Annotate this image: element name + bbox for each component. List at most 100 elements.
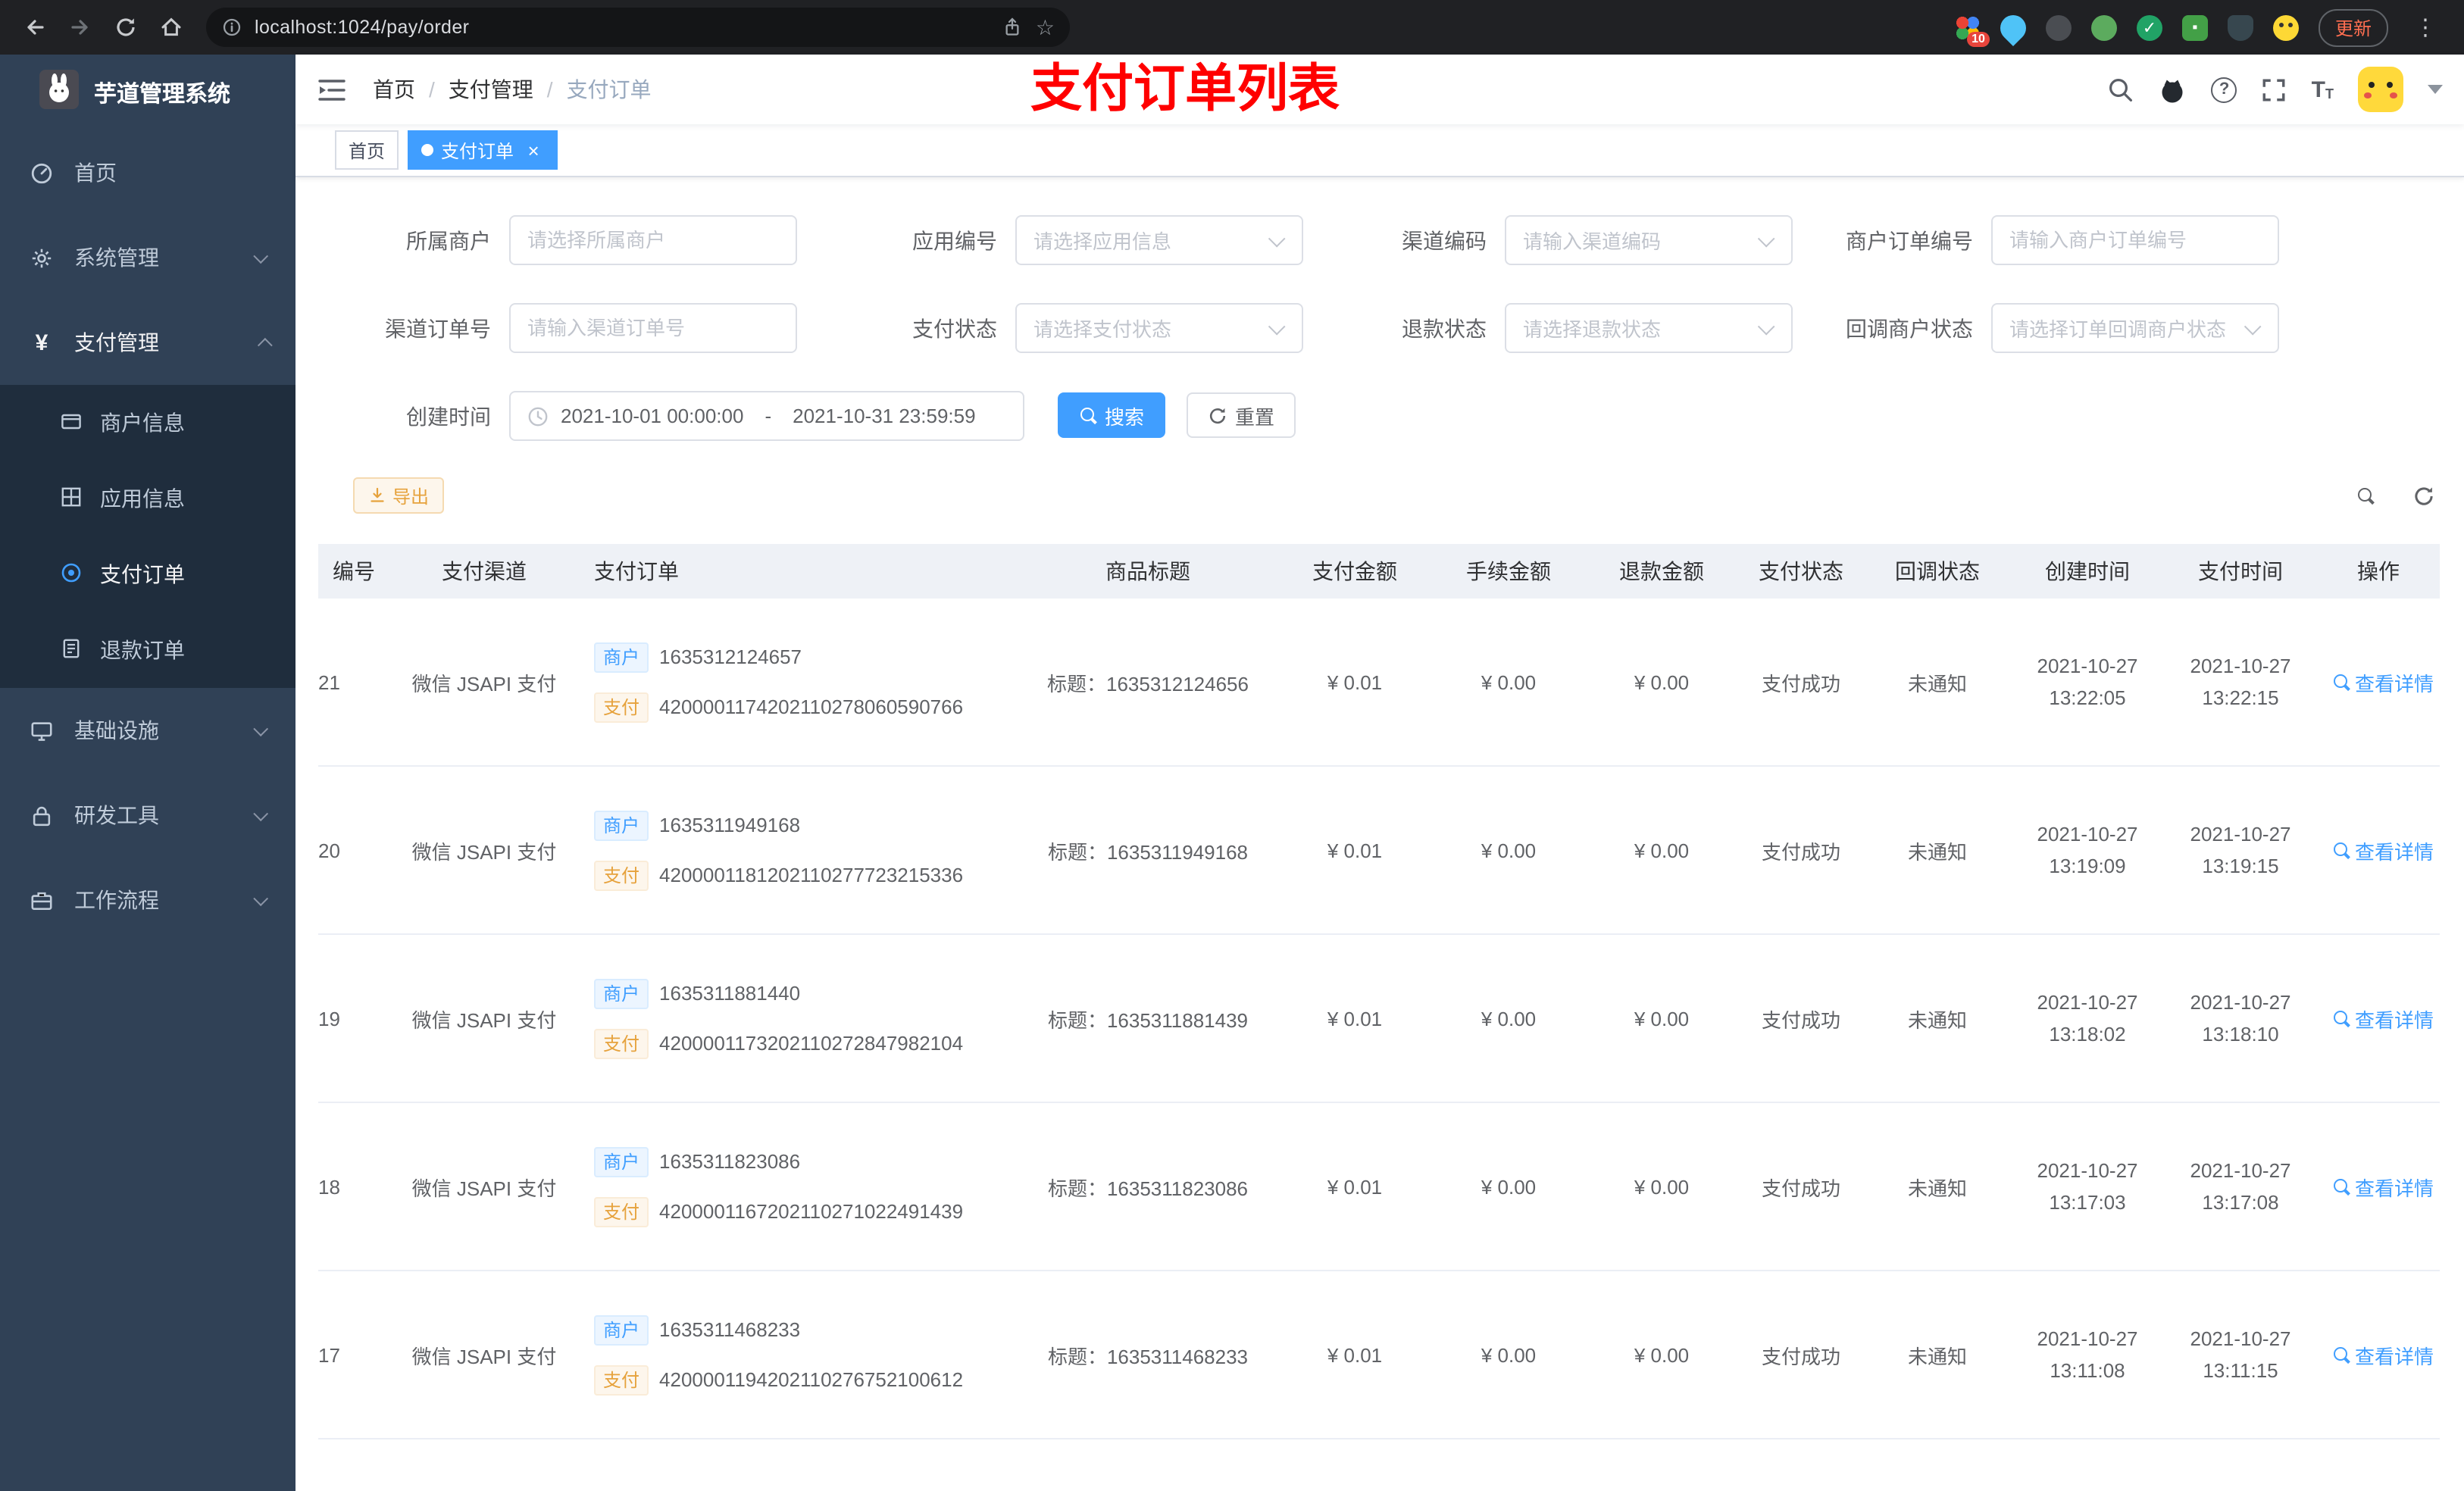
search-icon[interactable] bbox=[2107, 76, 2134, 103]
avatar[interactable] bbox=[2358, 67, 2403, 112]
link-label: 查看详情 bbox=[2355, 1008, 2434, 1031]
site-info-icon[interactable] bbox=[221, 17, 242, 38]
refund-cell: ¥ 0.00 bbox=[1634, 1175, 1690, 1198]
link-label: 查看详情 bbox=[2355, 840, 2434, 863]
order-no-cell: 商户 1635311823086 支付 4200001167202110271022… bbox=[579, 1103, 1018, 1270]
notify-status-select[interactable]: 请选择订单回调商户状态 bbox=[1991, 303, 2279, 353]
close-tab-icon[interactable] bbox=[523, 139, 544, 161]
sidebar-item-payment[interactable]: 支付管理 bbox=[0, 300, 295, 385]
export-button[interactable]: 导出 bbox=[353, 477, 445, 514]
select-placeholder: 请输入渠道编码 bbox=[1523, 230, 1662, 253]
sidebar-label: 退款订单 bbox=[100, 638, 185, 662]
check-circle-extension-icon[interactable]: ✓ bbox=[2136, 14, 2162, 40]
app-no-select[interactable]: 请选择应用信息 bbox=[1015, 215, 1303, 265]
reload-icon[interactable] bbox=[106, 8, 145, 47]
table-row: 20 微信 JSAPI 支付 商户 1635311949168 支付 4200001… bbox=[318, 767, 2440, 935]
page-annotation: 支付订单列表 bbox=[1030, 61, 1340, 118]
time: 13:19:09 bbox=[2049, 854, 2126, 877]
tab-pay-order[interactable]: 支付订单 bbox=[408, 130, 558, 170]
chevron-down-icon bbox=[253, 890, 269, 906]
column-header: 手续金额 bbox=[1466, 559, 1551, 583]
view-detail-link[interactable]: 查看详情 bbox=[2332, 1172, 2434, 1201]
sidebar-label: 首页 bbox=[74, 161, 117, 185]
column-header: 商品标题 bbox=[1105, 559, 1190, 583]
merchant-order-no-input[interactable] bbox=[1991, 215, 2279, 265]
view-detail-link[interactable]: 查看详情 bbox=[2332, 1340, 2434, 1369]
sidebar: 芋道管理系统 首页 系统管理 支付管理 bbox=[0, 55, 295, 1491]
document-icon bbox=[61, 637, 82, 663]
breadcrumb-section[interactable]: 支付管理 bbox=[449, 74, 533, 105]
water-drop-extension-icon[interactable] bbox=[1994, 8, 2032, 46]
order-no-cell: 商户 1635311881440 支付 4200001173202110272847… bbox=[579, 935, 1018, 1102]
pay-time-cell: 2021-10-27 13:19:15 bbox=[2164, 767, 2317, 933]
url-bar[interactable]: localhost:1024/pay/order ☆ bbox=[206, 8, 1070, 47]
share-icon[interactable] bbox=[1002, 17, 1024, 38]
emoji-face-extension-icon[interactable] bbox=[2272, 14, 2299, 40]
channel-order-no-input[interactable] bbox=[509, 303, 797, 353]
dark-circle-extension-icon[interactable] bbox=[2045, 14, 2072, 40]
view-detail-link[interactable]: 查看详情 bbox=[2332, 836, 2434, 864]
sidebar-item-merchant-info[interactable]: 商户信息 bbox=[0, 385, 295, 461]
status-cell: 支付成功 bbox=[1761, 840, 1840, 863]
sidebar-item-system[interactable]: 系统管理 bbox=[0, 215, 295, 300]
column-header: 编号 bbox=[333, 559, 375, 583]
table-row: 18 微信 JSAPI 支付 商户 1635311823086 支付 4200001… bbox=[318, 1103, 2440, 1271]
bookmark-star-icon[interactable]: ☆ bbox=[1036, 17, 1055, 38]
sidebar-item-devtools[interactable]: 研发工具 bbox=[0, 773, 295, 858]
table-search-icon[interactable] bbox=[2350, 480, 2381, 511]
sidebar-item-pay-order[interactable]: 支付订单 bbox=[0, 536, 295, 612]
home-icon[interactable] bbox=[152, 8, 191, 47]
forward-icon[interactable] bbox=[61, 8, 100, 47]
back-icon[interactable] bbox=[15, 8, 55, 47]
dark-shield-extension-icon[interactable] bbox=[2227, 14, 2253, 40]
pay-order-no: 4200001181202110277723215336 bbox=[659, 864, 964, 886]
user-menu-caret-icon[interactable] bbox=[2428, 85, 2443, 94]
sidebar-label: 支付管理 bbox=[74, 330, 159, 355]
update-button[interactable]: 更新 bbox=[2318, 8, 2388, 46]
search-icon bbox=[1079, 406, 1097, 424]
reset-button[interactable]: 重置 bbox=[1187, 392, 1296, 438]
create-time-range-picker[interactable]: 2021-10-01 00:00:00 - 2021-10-31 23:59:5… bbox=[509, 391, 1024, 441]
gear-icon bbox=[30, 246, 53, 269]
owner-merchant-input[interactable] bbox=[509, 215, 797, 265]
filter-create-time: 创建时间 2021-10-01 00:00:00 - 2021-10-31 23… bbox=[327, 391, 1024, 441]
pay-status-select[interactable]: 请选择支付状态 bbox=[1015, 303, 1303, 353]
sidebar-item-workflow[interactable]: 工作流程 bbox=[0, 858, 295, 942]
monitor-icon bbox=[30, 719, 53, 742]
date-end[interactable]: 2021-10-31 23:59:59 bbox=[793, 405, 975, 427]
view-detail-link[interactable]: 查看详情 bbox=[2332, 667, 2434, 696]
sidebar-item-infrastructure[interactable]: 基础设施 bbox=[0, 688, 295, 773]
chat-square-extension-icon[interactable]: ▪ bbox=[2181, 14, 2208, 40]
browser-menu-icon[interactable]: ⋮ bbox=[2408, 14, 2443, 41]
notify-cell: 未通知 bbox=[1907, 1177, 1967, 1199]
date-start[interactable]: 2021-10-01 00:00:00 bbox=[561, 405, 743, 427]
fee-cell: ¥ 0.00 bbox=[1481, 670, 1537, 693]
channel-code-select[interactable]: 请输入渠道编码 bbox=[1505, 215, 1793, 265]
search-button[interactable]: 搜索 bbox=[1058, 392, 1166, 438]
tab-home[interactable]: 首页 bbox=[335, 130, 399, 170]
avatar-decoration bbox=[2390, 92, 2397, 98]
pay-order-no: 4200001174202110278060590766 bbox=[659, 695, 964, 718]
filter-app-no: 应用编号 请选择应用信息 bbox=[833, 215, 1303, 265]
view-detail-link[interactable]: 查看详情 bbox=[2332, 1004, 2434, 1033]
refund-status-select[interactable]: 请选择退款状态 bbox=[1505, 303, 1793, 353]
green-circle-extension-icon[interactable] bbox=[2090, 14, 2117, 40]
sidebar-label: 系统管理 bbox=[74, 245, 159, 270]
fullscreen-icon[interactable] bbox=[2262, 77, 2287, 102]
hamburger-icon[interactable] bbox=[295, 78, 361, 101]
sidebar-item-home[interactable]: 首页 bbox=[0, 130, 295, 215]
breadcrumb-home[interactable]: 首页 bbox=[373, 74, 415, 105]
font-size-icon[interactable] bbox=[2312, 78, 2334, 101]
sidebar-item-refund-order[interactable]: 退款订单 bbox=[0, 612, 295, 688]
filter-label: 渠道编码 bbox=[1402, 228, 1487, 252]
breadcrumb-separator: / bbox=[546, 77, 553, 102]
table-refresh-icon[interactable] bbox=[2408, 480, 2438, 511]
help-icon[interactable] bbox=[2211, 77, 2237, 102]
time: 13:11:15 bbox=[2203, 1358, 2278, 1381]
filter-label: 渠道订单号 bbox=[385, 316, 491, 340]
colored-dots-extension-icon[interactable]: 10 bbox=[1954, 14, 1990, 46]
app-logo[interactable]: 芋道管理系统 bbox=[0, 55, 295, 130]
sidebar-item-app-info[interactable]: 应用信息 bbox=[0, 461, 295, 536]
title-cell: 标题：1635311468233 bbox=[1047, 1345, 1249, 1368]
github-icon[interactable] bbox=[2159, 75, 2187, 104]
